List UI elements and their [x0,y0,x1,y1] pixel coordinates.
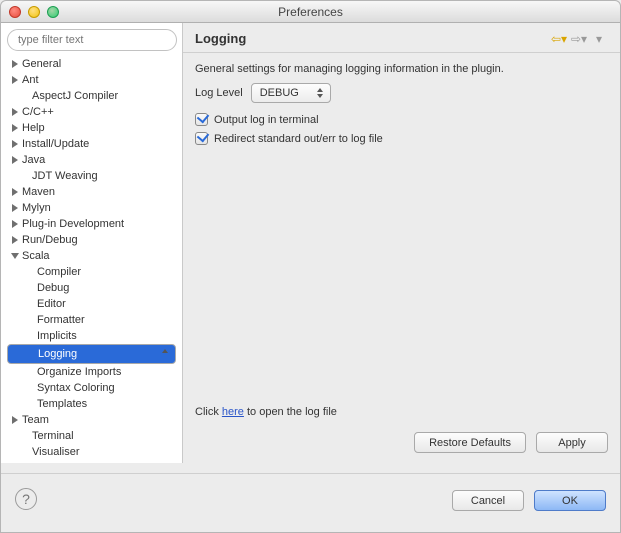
tree-item-label: Formatter [37,314,85,326]
tree-item-formatter[interactable]: Formatter [7,312,176,328]
page-title: Logging [195,31,246,46]
tree-item-terminal[interactable]: Terminal [7,428,176,444]
chevron-right-icon[interactable] [11,124,20,133]
footer: ? Cancel OK [1,473,620,523]
tree-item-logging[interactable]: Logging [7,344,176,364]
output-log-terminal-label: Output log in terminal [214,114,319,126]
tree-item-editor[interactable]: Editor [7,296,176,312]
tree-item-run-debug[interactable]: Run/Debug [7,232,176,248]
tree-item-label: Help [22,122,45,134]
tree-item-mylyn[interactable]: Mylyn [7,200,176,216]
tree-item-label: General [22,58,61,70]
tree-item-syntax-coloring[interactable]: Syntax Coloring [7,380,176,396]
chevron-right-icon[interactable] [11,220,20,229]
tree-item-label: Run/Debug [22,234,78,246]
chevron-right-icon[interactable] [11,156,20,165]
open-log-hint: Click here to open the log file [195,406,608,418]
window-controls [9,6,59,18]
tree-item-install-update[interactable]: Install/Update [7,136,176,152]
main-panel: Logging ⇦▾ ⇨▾ ▾ General settings for man… [183,23,620,463]
tree-item-general[interactable]: General [7,56,176,72]
tree-item-jdt-weaving[interactable]: JDT Weaving [7,168,176,184]
tree-item-maven[interactable]: Maven [7,184,176,200]
sidebar: General Ant AspectJ Compiler C/C++ Help Insta… [1,23,183,463]
chevron-right-icon[interactable] [11,236,20,245]
tree-item-label: Organize Imports [37,366,121,378]
tree-item-label: Editor [37,298,66,310]
log-level-label: Log Level [195,87,243,99]
tree-item-label: Scala [22,250,50,262]
tree-item-organize-imports[interactable]: Organize Imports [7,364,176,380]
tree-item-templates[interactable]: Templates [7,396,176,412]
window-title: Preferences [278,5,343,19]
tree-item-label: Implicits [37,330,77,342]
filter-input[interactable] [7,29,177,51]
tree-item-label: Terminal [32,430,74,442]
tree-item-label: Syntax Coloring [37,382,115,394]
tree-item-label: JDT Weaving [32,170,98,182]
tree-item-label: Visualiser [32,446,80,457]
tree-item-java[interactable]: Java [7,152,176,168]
log-level-select[interactable]: DEBUG [251,83,331,103]
tree-item-compiler[interactable]: Compiler [7,264,176,280]
chevron-right-icon[interactable] [11,188,20,197]
tree-item-label: Plug-in Development [22,218,124,230]
tree-item-visualiser[interactable]: Visualiser [7,444,176,457]
tree-item-label: Java [22,154,45,166]
tree-item-scala[interactable]: Scala [7,248,176,264]
tree-item-label: AspectJ Compiler [32,90,118,102]
tree-item-label: Team [22,414,49,426]
chevron-right-icon[interactable] [11,204,20,213]
nav-forward-icon: ⇨▾ [570,32,588,46]
nav-back-icon[interactable]: ⇦▾ [550,32,568,46]
preference-tree[interactable]: General Ant AspectJ Compiler C/C++ Help Insta… [7,56,176,457]
tree-item-c-c-[interactable]: C/C++ [7,104,176,120]
tree-item-label: Maven [22,186,55,198]
tree-item-label: Compiler [37,266,81,278]
redirect-stdout-label: Redirect standard out/err to log file [214,133,383,145]
help-icon[interactable]: ? [15,488,37,510]
page-description: General settings for managing logging in… [195,63,608,75]
output-log-terminal-checkbox[interactable] [195,113,208,126]
tree-item-implicits[interactable]: Implicits [7,328,176,344]
redirect-stdout-checkbox[interactable] [195,132,208,145]
zoom-icon[interactable] [47,6,59,18]
chevron-right-icon[interactable] [11,60,20,69]
tree-item-label: Logging [38,348,77,360]
tree-item-label: Mylyn [22,202,51,214]
tree-item-ant[interactable]: Ant [7,72,176,88]
chevron-down-icon[interactable] [11,252,20,261]
tree-item-team[interactable]: Team [7,412,176,428]
titlebar: Preferences [1,1,620,23]
nav-menu-icon[interactable]: ▾ [590,32,608,46]
tree-item-label: Debug [37,282,69,294]
ok-button[interactable]: OK [534,490,606,511]
tree-item-label: C/C++ [22,106,54,118]
close-icon[interactable] [9,6,21,18]
tree-item-label: Templates [37,398,87,410]
tree-item-help[interactable]: Help [7,120,176,136]
tree-item-label: Install/Update [22,138,89,150]
chevron-right-icon[interactable] [11,108,20,117]
tree-item-label: Ant [22,74,39,86]
tree-item-plug-in-development[interactable]: Plug-in Development [7,216,176,232]
tree-item-debug[interactable]: Debug [7,280,176,296]
page-nav: ⇦▾ ⇨▾ ▾ [550,32,608,46]
chevron-right-icon[interactable] [11,416,20,425]
open-log-link[interactable]: here [222,406,244,418]
chevron-right-icon[interactable] [11,140,20,149]
apply-button[interactable]: Apply [536,432,608,453]
tree-item-aspectj-compiler[interactable]: AspectJ Compiler [7,88,176,104]
cancel-button[interactable]: Cancel [452,490,524,511]
restore-defaults-button[interactable]: Restore Defaults [414,432,526,453]
chevron-right-icon[interactable] [11,76,20,85]
minimize-icon[interactable] [28,6,40,18]
log-level-value: DEBUG [260,87,299,99]
